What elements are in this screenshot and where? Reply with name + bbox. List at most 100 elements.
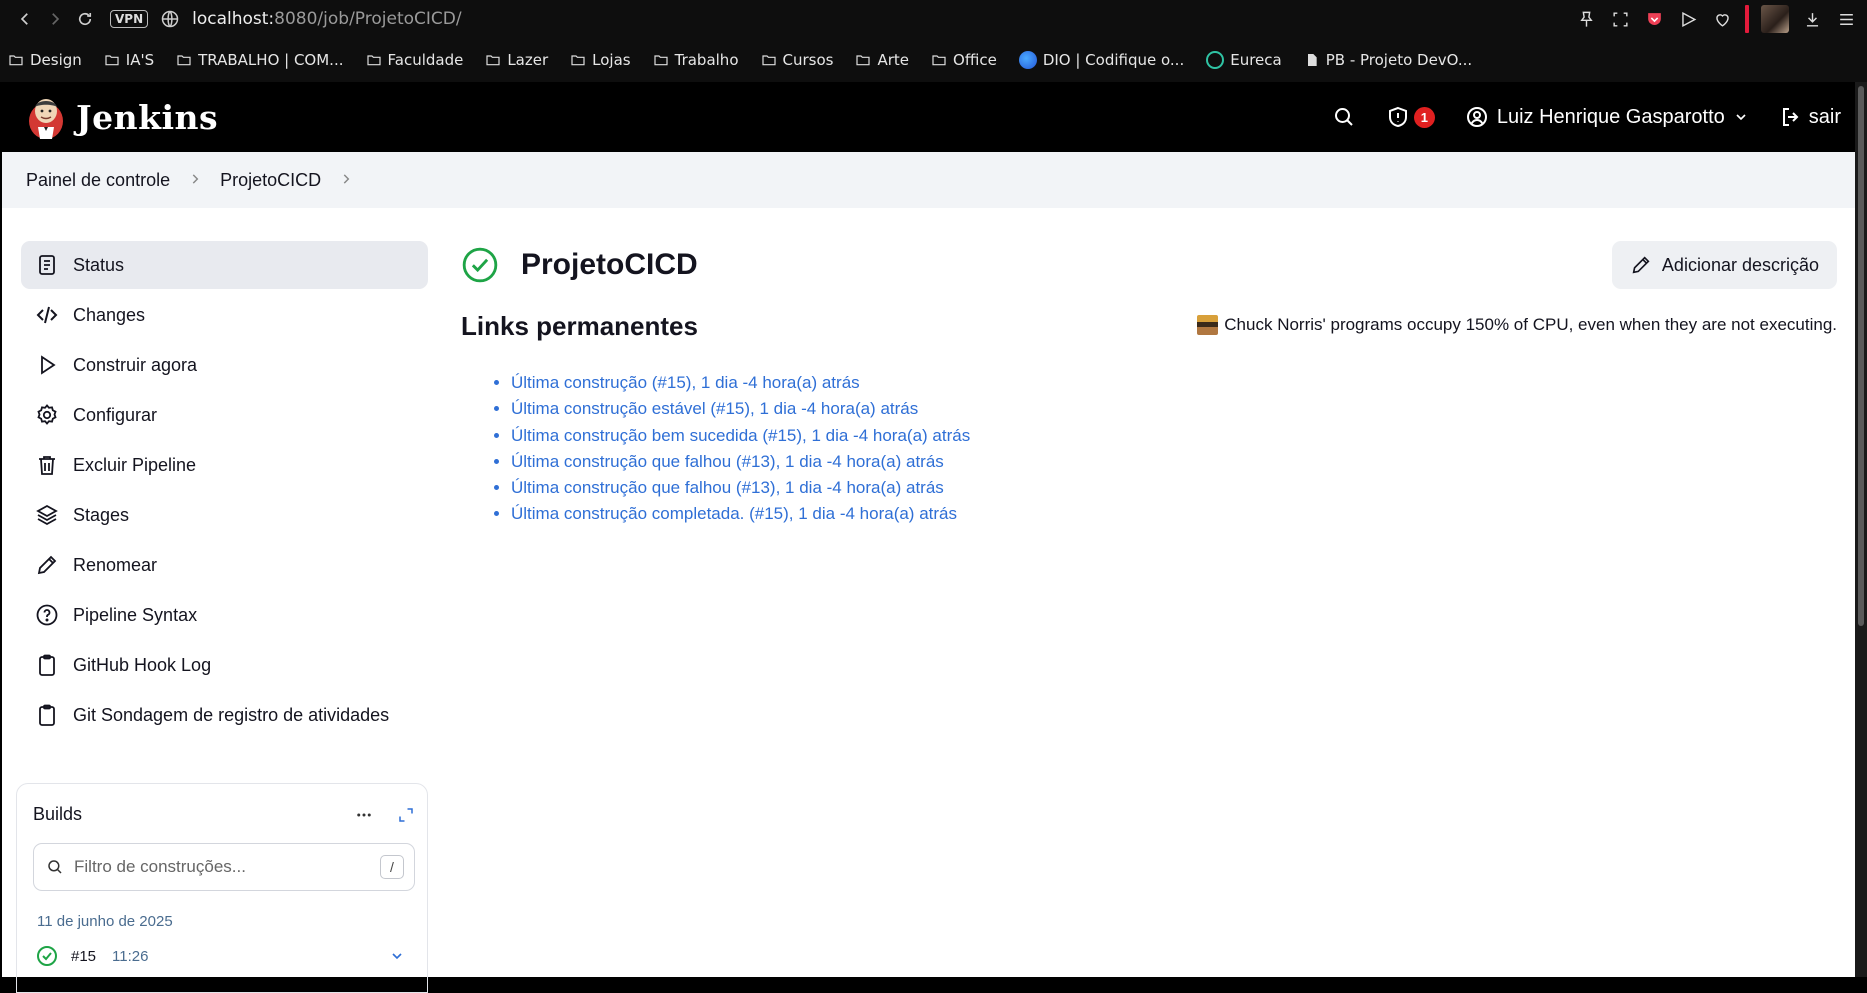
build-number[interactable]: #15 (71, 948, 96, 965)
expand-icon[interactable] (397, 806, 415, 824)
build-row[interactable]: #15 11:26 (33, 944, 415, 968)
bookmark-item[interactable]: TRABALHO | COM... (176, 51, 344, 69)
permalink-link[interactable]: Última construção bem sucedida (#15), 1 … (511, 426, 970, 445)
user-icon (1466, 107, 1487, 127)
bookmark-label: PB - Projeto DevO... (1325, 51, 1473, 69)
permalink-link[interactable]: Última construção que falhou (#13), 1 di… (511, 478, 944, 497)
bookmark-label: Arte (877, 51, 910, 69)
heart-icon (1715, 13, 1729, 27)
address-bar[interactable]: localhost:8080/job/ProjetoCICD/ (192, 9, 461, 29)
breadcrumb: Painel de controle ProjetoCICD (2, 152, 1855, 208)
bookmark-label: Design (30, 51, 82, 69)
sidebar-item-label: Excluir Pipeline (73, 454, 197, 475)
breadcrumb-dashboard[interactable]: Painel de controle (26, 170, 170, 191)
user-menu[interactable]: Luiz Henrique Gasparotto (1465, 105, 1749, 129)
sidebar-item-excluir-pipeline[interactable]: Excluir Pipeline (21, 441, 428, 489)
send-icon (1681, 11, 1696, 27)
pin-icon (1579, 11, 1593, 27)
bookmark-label: Lojas (592, 51, 631, 69)
permalink-link[interactable]: Última construção estável (#15), 1 dia -… (511, 399, 918, 418)
sidebar-item-configurar[interactable]: Configurar (21, 391, 428, 439)
security-alerts-button[interactable]: 1 (1386, 105, 1435, 129)
reload-button[interactable] (70, 4, 100, 34)
favorites-button[interactable] (1711, 8, 1733, 30)
play-icon (35, 353, 59, 377)
file-icon (1304, 52, 1320, 68)
search-icon[interactable] (1332, 105, 1356, 129)
logout-button[interactable]: sair (1779, 105, 1841, 129)
browser-extensions (1575, 5, 1857, 33)
vpn-badge[interactable]: VPN (110, 10, 149, 28)
jenkins-logo[interactable]: Jenkins (26, 93, 218, 141)
bookmark-item[interactable]: Lazer (485, 51, 548, 69)
back-button[interactable] (10, 4, 40, 34)
bookmarks-bar: Design IA'S TRABALHO | COM... Faculdade Laze… (0, 38, 1867, 82)
permalink-item: Última construção bem sucedida (#15), 1 … (511, 423, 1837, 449)
bookmark-item[interactable]: DIO | Codifique o... (1018, 51, 1184, 69)
shield-icon (1388, 106, 1407, 128)
clipboard-icon (35, 653, 59, 677)
pin-button[interactable] (1575, 8, 1597, 30)
url-host: localhost: (192, 9, 275, 29)
scrollbar-thumb[interactable] (1858, 86, 1864, 626)
sidebar-item-pipeline-syntax[interactable]: Pipeline Syntax (21, 591, 428, 639)
gear-icon (35, 403, 59, 427)
sidebar-item-github-hook-log[interactable]: GitHub Hook Log (21, 641, 428, 689)
chevron-right-icon[interactable] (188, 170, 202, 191)
folder-icon (176, 52, 192, 68)
permalink-link[interactable]: Última construção completada. (#15), 1 d… (511, 504, 957, 523)
menu-button[interactable] (1835, 8, 1857, 30)
profile-avatar[interactable] (1761, 5, 1789, 33)
bookmark-item[interactable]: IA'S (104, 51, 154, 69)
folder-icon (931, 52, 947, 68)
bookmark-item[interactable]: Lojas (570, 51, 631, 69)
job-title-row: ProjetoCICD Adicionar descrição (461, 241, 1837, 289)
bookmark-item[interactable]: PB - Projeto DevO... (1304, 51, 1472, 69)
permalink-item: Última construção que falhou (#13), 1 di… (511, 475, 1837, 501)
add-description-button[interactable]: Adicionar descrição (1611, 241, 1837, 289)
arrow-left-icon (20, 13, 28, 25)
browser-toolbar: VPN localhost:8080/job/ProjetoCICD/ (0, 0, 1867, 38)
bookmark-label: Cursos (782, 51, 834, 69)
send-button[interactable] (1677, 8, 1699, 30)
screenshot-button[interactable] (1609, 8, 1631, 30)
bookmark-item[interactable]: Office (931, 51, 997, 69)
sidebar-item-label: Pipeline Syntax (73, 604, 198, 625)
sidebar-item-stages[interactable]: Stages (21, 491, 428, 539)
folder-icon (8, 52, 24, 68)
bookmark-item[interactable]: Design (8, 51, 82, 69)
downloads-button[interactable] (1801, 8, 1823, 30)
main-content: ProjetoCICD Adicionar descrição Links pe… (428, 241, 1837, 993)
sidebar-item-renomear[interactable]: Renomear (21, 541, 428, 589)
breadcrumb-job[interactable]: ProjetoCICD (220, 170, 321, 191)
permalink-link[interactable]: Última construção (#15), 1 dia -4 hora(a… (511, 373, 860, 392)
sidebar-item-label: GitHub Hook Log (73, 654, 212, 675)
bookmark-item[interactable]: Eureca (1206, 51, 1282, 69)
forward-button[interactable] (40, 4, 70, 34)
bookmark-item[interactable]: Faculdade (366, 51, 463, 69)
pocket-button[interactable] (1643, 8, 1665, 30)
more-icon[interactable] (355, 806, 373, 824)
permalink-item: Última construção (#15), 1 dia -4 hora(a… (511, 370, 1837, 396)
chevron-down-icon[interactable] (389, 948, 405, 964)
page-scrollbar[interactable] (1855, 82, 1867, 977)
success-check-icon (37, 946, 57, 966)
help-icon (35, 603, 59, 627)
sidebar-item-changes[interactable]: Changes (21, 291, 428, 339)
bookmark-label: TRABALHO | COM... (198, 51, 344, 69)
bookmark-item[interactable]: Trabalho (653, 51, 739, 69)
permalink-link[interactable]: Última construção que falhou (#13), 1 di… (511, 452, 944, 471)
build-filter-input[interactable] (74, 857, 370, 877)
chevron-right-icon[interactable] (339, 170, 353, 191)
sidebar: Status Changes Construir agora Configurar Ex… (16, 241, 428, 993)
permalink-item: Última construção estável (#15), 1 dia -… (511, 396, 1837, 422)
chevron-down-icon (1736, 114, 1746, 121)
crop-icon (1612, 11, 1628, 27)
bookmark-item[interactable]: Arte (855, 51, 909, 69)
bookmark-item[interactable]: Cursos (761, 51, 834, 69)
sidebar-item-status[interactable]: Status (21, 241, 428, 289)
builds-title: Builds (33, 804, 83, 824)
sidebar-item-git-sondagem-de-registro-de-atividades[interactable]: Git Sondagem de registro de atividades (21, 691, 428, 739)
sidebar-item-construir-agora[interactable]: Construir agora (21, 341, 428, 389)
divider (1745, 5, 1749, 33)
